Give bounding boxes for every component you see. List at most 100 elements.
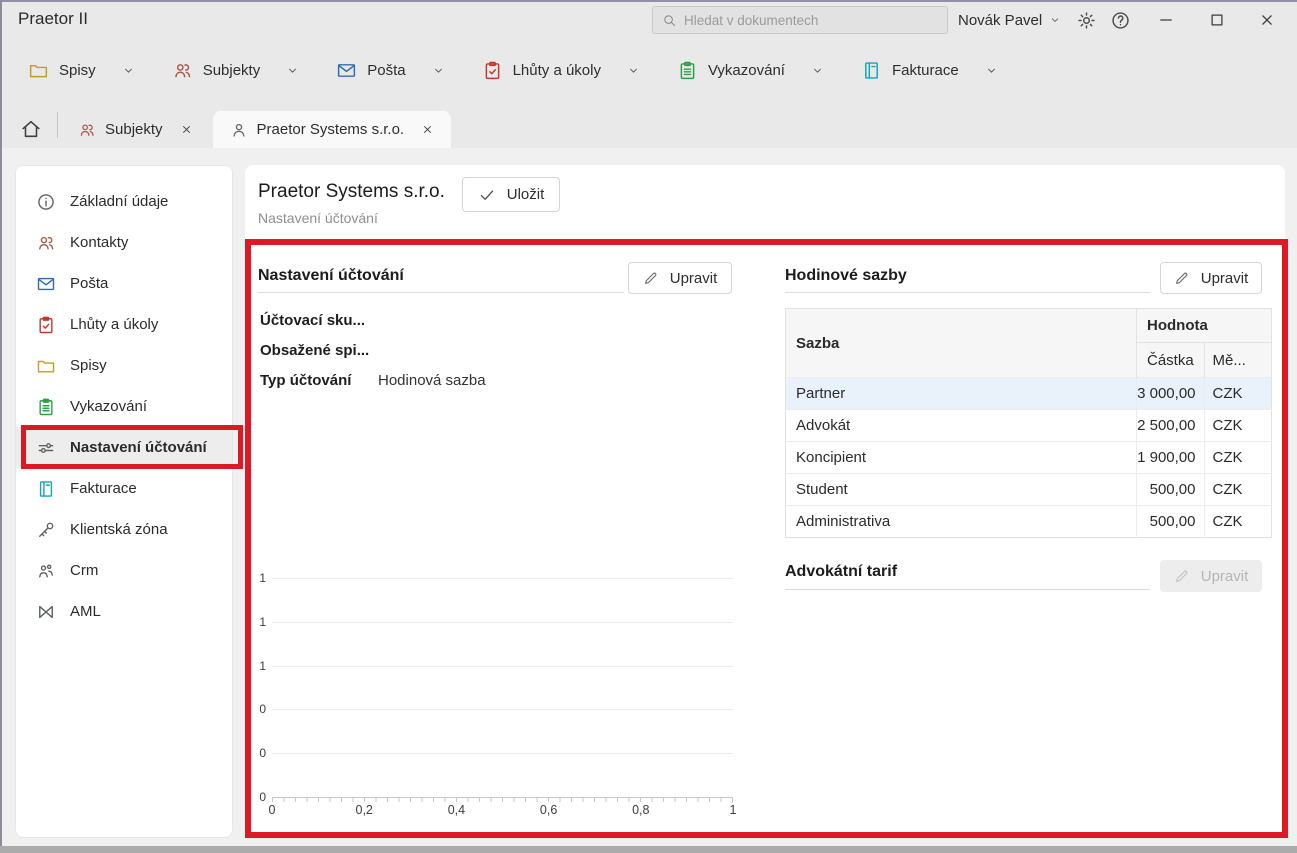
rate-amount[interactable]: 500,00 (1137, 474, 1205, 506)
chart-x-tick: 0,8 (632, 803, 649, 817)
chevron-down-icon[interactable] (122, 64, 135, 77)
tab-label: Praetor Systems s.r.o. (257, 121, 405, 138)
help-icon[interactable] (1110, 10, 1131, 31)
rate-name[interactable]: Koncipient (786, 442, 1137, 474)
key-icon (36, 520, 56, 540)
chart-gridline: 1 (272, 622, 733, 623)
rate-row[interactable]: Student 500,00 CZK (786, 474, 1272, 506)
menu-item[interactable]: Subjekty (172, 60, 300, 81)
people-icon (78, 121, 96, 139)
chevron-down-icon[interactable] (627, 64, 640, 77)
chart-gridline: 0 (272, 797, 733, 798)
sidebar-item[interactable]: Crm (16, 550, 232, 591)
rate-name[interactable]: Student (786, 474, 1137, 506)
invoice-icon (861, 60, 882, 81)
chart-x-axis: 0 0,2 0,4 0,6 0,8 1 (272, 803, 733, 819)
sidebar-item[interactable]: AML (16, 591, 232, 632)
sidebar-item[interactable]: Pošta (16, 263, 232, 304)
people-icon (172, 60, 193, 81)
window-edge-bottom (0, 846, 1297, 853)
sliders-icon (36, 438, 56, 458)
menu-item[interactable]: Spisy (28, 60, 135, 81)
menu-item[interactable]: Pošta (336, 60, 444, 81)
chart-y-tick: 0 (246, 790, 266, 804)
titlebar: Praetor II Novák Pavel (0, 0, 1297, 40)
document-search[interactable] (652, 6, 948, 34)
rate-currency[interactable]: CZK (1204, 410, 1272, 442)
rate-amount[interactable]: 2 500,00 (1137, 410, 1205, 442)
user-menu[interactable]: Novák Pavel (958, 0, 1061, 40)
menu-item-label: Subjekty (203, 62, 261, 79)
search-input[interactable] (684, 13, 938, 28)
chart-x-tick: 0 (269, 803, 276, 817)
field-row: Účtovací sku... (260, 305, 730, 335)
rate-row[interactable]: Partner 3 000,00 CZK (786, 378, 1272, 410)
chevron-down-icon[interactable] (286, 64, 299, 77)
sidebar-item[interactable]: Lhůty a úkoly (16, 304, 232, 345)
minimize-button[interactable] (1157, 11, 1175, 29)
chevron-down-icon[interactable] (432, 64, 445, 77)
folder-icon (28, 60, 49, 81)
sidebar-item[interactable]: Vykazování (16, 386, 232, 427)
rates-edit-button[interactable]: Upravit (1160, 262, 1262, 294)
billing-edit-button[interactable]: Upravit (628, 262, 732, 294)
chart-x-tick: 0,4 (448, 803, 465, 817)
rate-currency[interactable]: CZK (1204, 506, 1272, 538)
sidebar-item[interactable]: Fakturace (16, 468, 232, 509)
sidebar-item-label: Lhůty a úkoly (70, 316, 158, 333)
chart-gridline: 1 (272, 578, 733, 579)
column-header-mena: Mě... (1204, 343, 1272, 378)
page-title: Praetor Systems s.r.o. (258, 181, 445, 203)
maximize-button[interactable] (1208, 11, 1226, 29)
tab-close-icon[interactable] (180, 123, 193, 136)
sidebar-item-label: Kontakty (70, 234, 128, 251)
rate-amount[interactable]: 500,00 (1137, 506, 1205, 538)
sidebar-item-label: Klientská zóna (70, 521, 168, 538)
menu-item[interactable]: Lhůty a úkoly (482, 60, 640, 81)
rate-name[interactable]: Partner (786, 378, 1137, 410)
rate-currency[interactable]: CZK (1204, 442, 1272, 474)
tab[interactable]: Subjekty (64, 111, 207, 148)
close-button[interactable] (1258, 11, 1276, 29)
menu-item[interactable]: Fakturace (861, 60, 998, 81)
chevron-down-icon[interactable] (811, 64, 824, 77)
pencil-icon (643, 270, 659, 286)
tariff-panel-title: Advokátní tarif (785, 563, 897, 581)
rate-name[interactable]: Administrativa (786, 506, 1137, 538)
app-title: Praetor II (18, 9, 88, 29)
rate-name[interactable]: Advokát (786, 410, 1137, 442)
chart-gridline: 1 (272, 666, 733, 667)
sidebar-item-label: Základní údaje (70, 193, 168, 210)
rate-amount[interactable]: 1 900,00 (1137, 442, 1205, 474)
rate-amount[interactable]: 3 000,00 (1137, 378, 1205, 410)
sidebar-item-label: Crm (70, 562, 98, 579)
tab[interactable]: Praetor Systems s.r.o. (213, 111, 452, 148)
rate-currency[interactable]: CZK (1204, 378, 1272, 410)
chart-x-tick: 0,6 (540, 803, 557, 817)
chart-x-tick: 0,2 (355, 803, 372, 817)
rate-row[interactable]: Koncipient 1 900,00 CZK (786, 442, 1272, 474)
chart-gridline: 0 (272, 709, 733, 710)
tab-close-icon[interactable] (421, 123, 434, 136)
chart-y-tick: 1 (246, 615, 266, 629)
tab-divider (57, 112, 58, 138)
sidebar-item[interactable]: Spisy (16, 345, 232, 386)
chart-y-tick: 1 (246, 659, 266, 673)
rate-row[interactable]: Administrativa 500,00 CZK (786, 506, 1272, 538)
rate-currency[interactable]: CZK (1204, 474, 1272, 506)
user-name: Novák Pavel (958, 12, 1042, 29)
home-icon[interactable] (20, 118, 42, 140)
sidebar-item[interactable]: Nastavení účtování (16, 427, 232, 468)
rate-row[interactable]: Advokát 2 500,00 CZK (786, 410, 1272, 442)
gear-icon[interactable] (1076, 10, 1097, 31)
billing-panel-title: Nastavení účtování (258, 267, 404, 285)
pencil-icon (1174, 568, 1190, 584)
sidebar-item[interactable]: Kontakty (16, 222, 232, 263)
sidebar-item[interactable]: Základní údaje (16, 181, 232, 222)
save-button[interactable]: Uložit (462, 177, 560, 212)
sidebar-item[interactable]: Klientská zóna (16, 509, 232, 550)
menu-item[interactable]: Vykazování (677, 60, 824, 81)
billing-panel-rule (258, 292, 624, 293)
sidebar-item-label: AML (70, 603, 101, 620)
chevron-down-icon[interactable] (985, 64, 998, 77)
